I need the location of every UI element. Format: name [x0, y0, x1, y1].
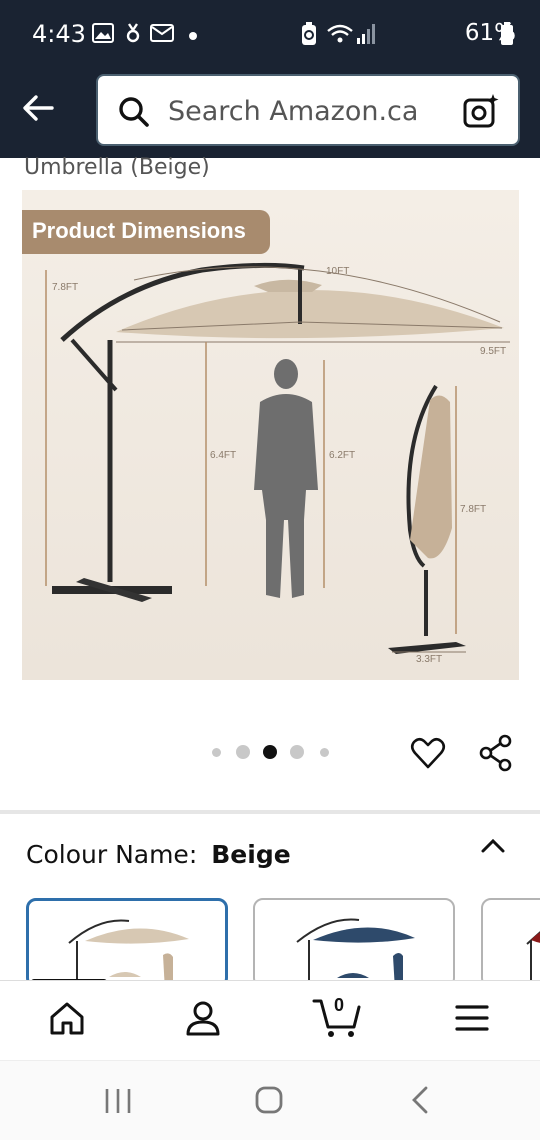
gallery-dot[interactable]	[236, 745, 250, 759]
signal-icon	[356, 22, 378, 51]
dim-base-width: 3.3FT	[416, 654, 442, 665]
umbrella-dimension-illustration: 7.8FT 10FT 9.5FT 6.4FT 6.2FT 7.8FT 3.3FT	[45, 262, 510, 665]
colour-name-row: Colour Name: Beige	[26, 840, 291, 869]
swatch-red[interactable]	[481, 898, 540, 988]
dim-canopy-arc: 10FT	[326, 266, 349, 277]
beige-umbrella-thumbnail	[68, 919, 189, 985]
bottom-navigation: 0	[0, 980, 540, 1060]
dim-clearance: 6.4FT	[210, 450, 236, 461]
colour-value: Beige	[211, 840, 291, 869]
menu-icon[interactable]	[454, 1003, 490, 1038]
product-image[interactable]: Product Dimensions 7.8FT 10FT 9.5FT 6.4F…	[22, 190, 519, 680]
red-umbrella-thumbnail	[526, 931, 540, 986]
back-arrow-icon[interactable]	[20, 90, 60, 130]
mail-notification-icon	[150, 22, 174, 49]
battery-icon	[500, 22, 514, 51]
wishlist-heart-icon[interactable]	[410, 735, 446, 776]
camera-search-icon[interactable]	[462, 92, 500, 135]
cart-count: 0	[334, 995, 345, 1015]
wifi-icon	[326, 22, 354, 51]
navy-umbrella-thumbnail	[296, 918, 415, 986]
search-bar[interactable]: Search Amazon.ca	[96, 74, 520, 146]
search-input[interactable]: Search Amazon.ca	[168, 96, 418, 127]
person-silhouette	[254, 359, 318, 598]
dim-person-height: 6.2FT	[329, 450, 355, 461]
recent-apps-icon[interactable]	[104, 1087, 132, 1120]
gallery-notification-icon	[92, 22, 114, 49]
gallery-dot-active[interactable]	[263, 745, 277, 759]
gallery-dot[interactable]	[290, 745, 304, 759]
status-bar: 4:43 61%	[0, 0, 540, 70]
share-icon[interactable]	[476, 733, 516, 778]
dim-canopy-width: 9.5FT	[480, 346, 506, 357]
dim-total-height: 7.8FT	[52, 282, 78, 293]
home-icon[interactable]	[48, 999, 86, 1042]
home-button-icon[interactable]	[254, 1085, 284, 1120]
search-icon	[118, 96, 150, 133]
status-time: 4:43	[32, 20, 86, 48]
account-icon[interactable]	[184, 999, 222, 1042]
header-bar: Search Amazon.ca	[0, 70, 540, 158]
dim-folded-height: 7.8FT	[460, 504, 486, 515]
app-notification-icon	[124, 22, 142, 49]
colour-label: Colour Name:	[26, 840, 198, 869]
gallery-dot[interactable]	[212, 748, 221, 757]
cart-icon[interactable]: 0	[312, 995, 362, 1044]
system-back-icon[interactable]	[410, 1085, 430, 1120]
section-divider	[0, 810, 540, 814]
system-navigation-bar	[0, 1060, 540, 1140]
product-title: Umbrella (Beige)	[24, 155, 210, 180]
swatch-beige[interactable]	[26, 898, 228, 988]
more-notifications-dot	[188, 28, 198, 46]
swatch-navy[interactable]	[253, 898, 455, 988]
gallery-dot[interactable]	[320, 748, 329, 757]
battery-saver-icon	[300, 22, 318, 51]
chevron-up-icon[interactable]	[480, 836, 506, 859]
